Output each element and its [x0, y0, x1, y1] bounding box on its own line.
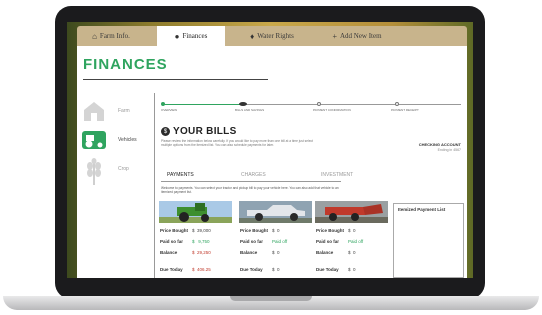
- tab-label: Farm Info.: [99, 32, 130, 40]
- subtab-investment[interactable]: INVESTMENT: [321, 172, 353, 178]
- sidebar-item-farm[interactable]: Farm: [81, 100, 143, 124]
- sidebar-item-label: Farm: [118, 108, 130, 114]
- sidebar-item-vehicles[interactable]: Vehicles: [81, 129, 143, 153]
- step-dot-confirmation: [317, 102, 321, 106]
- checking-account-label: CHECKING ACCOUNT: [418, 142, 461, 147]
- bills-intro: Please review the information below care…: [161, 139, 313, 147]
- balance-label: Balance: [240, 250, 258, 255]
- balance-value: $ 0: [272, 250, 280, 255]
- laptop-notch: [230, 296, 312, 301]
- step-dot-overview: [161, 102, 165, 106]
- paid-value: $ 9,750: [192, 239, 210, 244]
- balance-value: $ 0: [348, 250, 356, 255]
- payments-welcome: Welcome to payments. You can select your…: [161, 186, 339, 194]
- itemized-list-title: Itemized Payment List: [398, 207, 446, 212]
- app-screen: ⌂ Farm Info. ● Finances ♦ Water Rights +…: [67, 22, 473, 278]
- red-tractor-photo: [315, 201, 388, 223]
- price-label: Price Bought: [316, 228, 345, 233]
- bills-heading: $ YOUR BILLS: [161, 126, 237, 137]
- paid-label: Paid so far: [160, 239, 184, 244]
- bills-panel: OVERVIEW BILLS AND SAVINGS PAYMENT CONFI…: [154, 93, 467, 278]
- price-label: Price Bought: [240, 228, 269, 233]
- step-label: OVERVIEW: [161, 108, 178, 112]
- subtab-divider: [161, 181, 341, 182]
- subtab-payments[interactable]: PAYMENTS: [167, 172, 194, 178]
- itemized-payment-list[interactable]: Itemized Payment List: [393, 203, 464, 278]
- price-value: $ 0: [348, 228, 356, 233]
- due-value: $ 406.25: [192, 267, 211, 272]
- dollar-icon: ●: [174, 31, 180, 41]
- vehicle-card-pickup[interactable]: Price Bought $ 0 Paid so far Paid off Bala…: [239, 201, 312, 278]
- title-divider: [83, 79, 268, 80]
- tractor-photo: [159, 201, 232, 223]
- due-label: Due Today: [160, 267, 183, 272]
- paid-value: Paid off: [348, 239, 364, 244]
- paid-label: Paid so far: [316, 239, 340, 244]
- balance-label: Balance: [316, 250, 334, 255]
- bills-title: YOUR BILLS: [173, 126, 237, 137]
- tab-water-rights[interactable]: ♦ Water Rights: [237, 26, 307, 46]
- sidebar-item-label: Crop: [118, 166, 129, 172]
- balance-value: $ 29,250: [192, 250, 211, 255]
- tab-label: Water Rights: [257, 32, 294, 40]
- sidebar-item-crop[interactable]: Crop: [81, 158, 143, 185]
- checking-account-number: Ending in 4567: [437, 148, 461, 152]
- due-label: Due Today: [316, 267, 339, 272]
- paid-label: Paid so far: [240, 239, 264, 244]
- plus-icon: +: [332, 31, 337, 41]
- due-value: $ 0: [348, 267, 356, 272]
- sidebar-item-label: Vehicles: [118, 137, 137, 143]
- paid-value: Paid off: [272, 239, 288, 244]
- price-value: $ 0: [272, 228, 280, 233]
- barn-icon: ⌂: [92, 31, 97, 41]
- barn-icon: [84, 102, 104, 121]
- vehicle-card-tractor[interactable]: Price Bought $ 39,000 Paid so far $ 9,750 …: [159, 201, 232, 278]
- pickup-truck-photo: [239, 201, 312, 223]
- balance-label: Balance: [160, 250, 178, 255]
- step-label: BILLS AND SAVINGS: [235, 108, 265, 112]
- wheat-icon: [87, 158, 101, 185]
- subtab-charges[interactable]: CHARGES: [241, 172, 266, 178]
- tractor-icon: [82, 131, 106, 149]
- vehicle-card-red-tractor[interactable]: Price Bought $ 0 Paid so far Paid off Bala…: [315, 201, 388, 278]
- finances-page: FINANCES Farm Vehicles Crop OVERVIEW BIL…: [77, 46, 467, 278]
- step-dot-receipt: [395, 102, 399, 106]
- tab-label: Finances: [182, 32, 208, 40]
- price-value: $ 39,000: [192, 228, 211, 233]
- tab-farm-info[interactable]: ⌂ Farm Info.: [77, 26, 145, 46]
- price-label: Price Bought: [160, 228, 189, 233]
- dollar-icon: $: [161, 127, 170, 136]
- tab-bar: ⌂ Farm Info. ● Finances ♦ Water Rights +…: [77, 26, 467, 46]
- step-dot-bills: [239, 102, 247, 106]
- page-title: FINANCES: [83, 56, 168, 73]
- tab-label: Add New Item: [339, 32, 382, 40]
- progress-tracker: OVERVIEW BILLS AND SAVINGS PAYMENT CONFI…: [161, 99, 461, 113]
- progress-fill: [163, 104, 243, 105]
- tab-finances[interactable]: ● Finances: [157, 26, 225, 46]
- droplet-icon: ♦: [250, 31, 255, 41]
- tab-add-new-item[interactable]: + Add New Item: [317, 26, 397, 46]
- step-label: PAYMENT CONFIRMATION: [313, 108, 351, 112]
- step-label: PAYMENT RECEIPT: [391, 108, 419, 112]
- due-value: $ 0: [272, 267, 280, 272]
- due-label: Due Today: [240, 267, 263, 272]
